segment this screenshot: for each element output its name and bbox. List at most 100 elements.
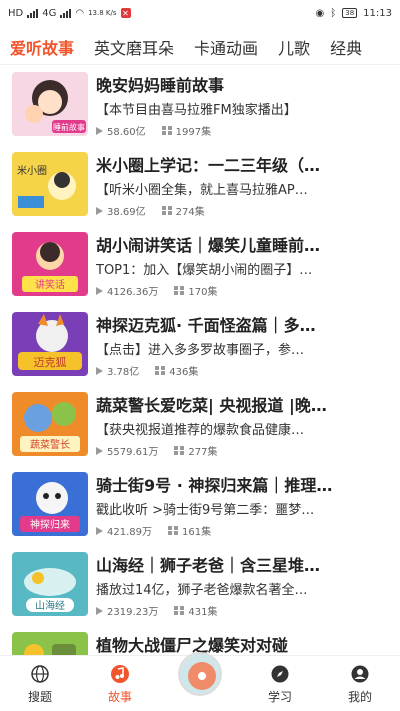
track-count: 436集 <box>169 367 199 378</box>
play-count: 5579.61万 <box>107 447 159 458</box>
svg-text:米小圈: 米小圈 <box>17 164 47 177</box>
track-count-icon <box>168 526 178 535</box>
track-count: 274集 <box>175 207 205 218</box>
album-cover: 山海经 <box>12 552 88 616</box>
compass-icon <box>271 665 289 683</box>
nav-label: 搜题 <box>27 690 52 704</box>
album-title: 植物大战僵尸之爆笑对对碰 <box>96 636 289 655</box>
track-count: 277集 <box>188 447 218 458</box>
list-item[interactable]: 米小圈 米小圈上学记：一二三年级（… 【听米小圈全集，就上喜马拉雅AP… 38.… <box>0 148 400 228</box>
track-count: 161集 <box>182 527 212 538</box>
nav-label: 故事 <box>107 690 132 704</box>
tab-english[interactable]: 英文磨耳朵 <box>84 35 184 59</box>
album-cover: 睡前故事 <box>12 72 88 136</box>
svg-text:迈克狐: 迈克狐 <box>34 355 67 369</box>
album-title: 骑士街9号 · 神探归来篇｜推理… <box>96 476 333 495</box>
tab-nursery-rhyme[interactable]: 儿歌 <box>268 35 320 59</box>
tabs-divider <box>0 64 400 65</box>
tab-cartoon[interactable]: 卡通动画 <box>184 35 268 59</box>
svg-text:睡前故事: 睡前故事 <box>53 122 85 132</box>
track-count-icon <box>174 606 185 615</box>
play-count-icon <box>96 126 103 135</box>
globe-icon <box>31 665 49 683</box>
eye-icon: ◉ <box>315 7 325 19</box>
list-item[interactable]: 迈克狐 神探迈克狐· 千面怪盗篇｜多… 【点击】进入多多罗故事圈子，参… 3.7… <box>0 308 400 388</box>
track-count-icon <box>155 366 166 375</box>
album-desc: 【听米小圈全集，就上喜马拉雅AP… <box>96 183 308 198</box>
nav-label: 学习 <box>267 690 292 704</box>
play-count-icon <box>96 286 103 295</box>
network-hd-label: HD <box>8 7 24 19</box>
album-desc: 【本节目由喜马拉雅FM独家播出】 <box>96 103 297 118</box>
nav-label: 我的 <box>347 690 372 704</box>
album-desc: 戳此收听 >骑士街9号第二季：噩梦… <box>96 503 315 518</box>
signal-icon-2 <box>60 8 72 18</box>
track-count-icon <box>161 206 172 215</box>
svg-text:讲笑话: 讲笑话 <box>35 278 65 291</box>
album-meta: 58.60亿 1997集 <box>96 123 211 138</box>
play-count-icon <box>96 446 103 455</box>
album-cover: 蔬菜警长 <box>12 392 88 456</box>
play-count: 38.69亿 <box>107 207 146 218</box>
track-count-icon <box>174 286 185 295</box>
list-item[interactable]: 山海经 山海经｜狮子老爸｜含三星堆… 播放过14亿，狮子老爸爆款名著全… 231… <box>0 548 400 628</box>
play-count: 4126.36万 <box>107 287 159 298</box>
album-desc: TOP1：加入【爆笑胡小闹的圈子】… <box>96 263 313 278</box>
play-count-icon <box>96 206 103 215</box>
track-count-icon <box>174 446 185 455</box>
tab-classic[interactable]: 经典 <box>320 35 372 59</box>
clock: 11:13 <box>363 7 392 19</box>
album-title: 山海经｜狮子老爸｜含三星堆… <box>96 556 321 575</box>
list-item[interactable]: 睡前故事 晚安妈妈睡前故事 【本节目由喜马拉雅FM独家播出】 58.60亿 19… <box>0 68 400 148</box>
svg-text:神探归来: 神探归来 <box>30 518 70 531</box>
play-count-icon <box>96 366 103 375</box>
album-desc: 播放过14亿，狮子老爸爆款名著全… <box>96 583 308 598</box>
album-desc: 【获央视报道推荐的爆款食品健康… <box>96 423 305 438</box>
track-count: 431集 <box>188 607 218 618</box>
nav-now-playing[interactable] <box>160 652 240 711</box>
album-desc: 【点击】进入多多罗故事圈子，参… <box>96 343 305 358</box>
album-cover: 迈克狐 <box>12 312 88 376</box>
album-list: 睡前故事 晚安妈妈睡前故事 【本节目由喜马拉雅FM独家播出】 58.60亿 19… <box>0 68 400 708</box>
track-count: 170集 <box>188 287 218 298</box>
nav-story[interactable]: 故事 <box>80 656 160 711</box>
album-cover: 神探归来 <box>12 472 88 536</box>
track-count-icon <box>161 126 172 135</box>
network-speed: 13.8 K/s <box>88 9 117 17</box>
album-meta: 421.89万 161集 <box>96 523 211 538</box>
album-title: 晚安妈妈睡前故事 <box>96 76 225 95</box>
network-type-label: 4G <box>42 7 57 19</box>
play-count: 58.60亿 <box>107 127 146 138</box>
nav-search-question[interactable]: 搜题 <box>0 656 80 711</box>
music-note-icon <box>111 665 129 683</box>
album-title: 蔬菜警长爱吃菜| 央视报道 |晚… <box>96 396 327 415</box>
play-count: 421.89万 <box>107 527 152 538</box>
list-item[interactable]: 蔬菜警长 蔬菜警长爱吃菜| 央视报道 |晚… 【获央视报道推荐的爆款食品健康… … <box>0 388 400 468</box>
track-count: 1997集 <box>175 127 212 138</box>
nav-mine[interactable]: 我的 <box>320 656 400 711</box>
wifi-icon: ◠ <box>75 7 85 19</box>
now-playing-disc-icon[interactable] <box>178 652 222 696</box>
album-title: 胡小闹讲笑话｜爆笑儿童睡前… <box>96 236 321 255</box>
play-count: 3.78亿 <box>107 367 140 378</box>
play-count-icon <box>96 526 103 535</box>
tab-story[interactable]: 爱听故事 <box>0 35 84 59</box>
svg-text:蔬菜警长: 蔬菜警长 <box>30 438 70 451</box>
play-count-icon <box>96 606 103 615</box>
play-count: 2319.23万 <box>107 607 159 618</box>
album-cover: 米小圈 <box>12 152 88 216</box>
album-meta: 3.78亿 436集 <box>96 363 198 378</box>
nav-study[interactable]: 学习 <box>240 656 320 711</box>
svg-text:山海经: 山海经 <box>35 599 65 612</box>
status-bar: HD 4G ◠ 13.8 K/s ✕ ◉ ᛒ 38 11:13 <box>0 0 400 26</box>
album-meta: 5579.61万 277集 <box>96 443 217 458</box>
list-item[interactable]: 讲笑话 胡小闹讲笑话｜爆笑儿童睡前… TOP1：加入【爆笑胡小闹的圈子】… 41… <box>0 228 400 308</box>
album-cover: 讲笑话 <box>12 232 88 296</box>
album-title: 米小圈上学记：一二三年级（… <box>96 156 321 175</box>
user-icon <box>351 665 369 683</box>
bottom-nav: 搜题 故事 学习 我的 <box>0 652 400 711</box>
album-meta: 2319.23万 431集 <box>96 603 217 618</box>
list-item[interactable]: 神探归来 骑士街9号 · 神探归来篇｜推理… 戳此收听 >骑士街9号第二季：噩梦… <box>0 468 400 548</box>
album-meta: 38.69亿 274集 <box>96 203 205 218</box>
album-title: 神探迈克狐· 千面怪盗篇｜多… <box>96 316 316 335</box>
